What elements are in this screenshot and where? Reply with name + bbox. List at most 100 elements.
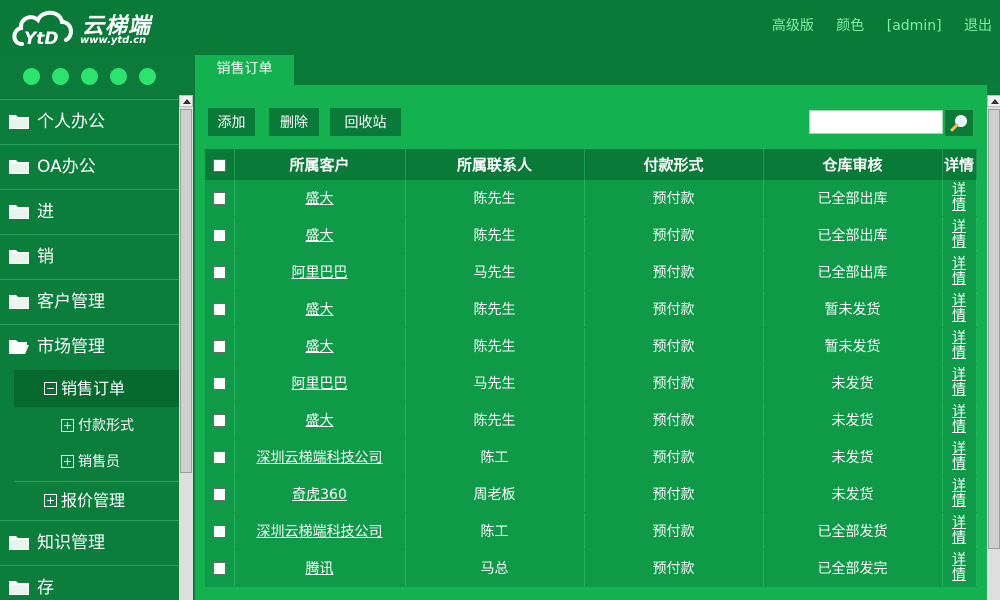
delete-button[interactable]: 删除 <box>269 108 319 136</box>
column-header-warehouse[interactable]: 仓库审核 <box>763 149 943 180</box>
customer-link[interactable]: 盛大 <box>306 302 334 318</box>
detail-link[interactable]: 详情 <box>952 479 967 509</box>
row-select-cell <box>205 475 235 513</box>
sidebar-scrollbar[interactable] <box>179 95 193 600</box>
search-input[interactable] <box>809 110 943 134</box>
sidebar-item-knowledge-management[interactable]: 知识管理 <box>0 520 179 565</box>
sidebar-item-purchase[interactable]: 进 <box>0 189 179 234</box>
warehouse-cell: 已全部出库 <box>763 180 943 217</box>
customer-link[interactable]: 奇虎360 <box>292 487 347 503</box>
tab-bar: 销售订单 <box>195 55 1000 85</box>
customer-link[interactable]: 盛大 <box>306 191 334 207</box>
customer-link[interactable]: 阿里巴巴 <box>292 376 348 392</box>
recycle-bin-button[interactable]: 回收站 <box>330 108 401 136</box>
row-select-cell <box>205 512 235 550</box>
row-select-cell <box>205 549 235 587</box>
sidebar-subitem-label: 付款形式 <box>78 418 134 434</box>
customer-link[interactable]: 盛大 <box>306 339 334 355</box>
sidebar-item-sales[interactable]: 销 <box>0 234 179 279</box>
sidebar-subitem-sales-order[interactable]: 销售订单 <box>14 370 179 407</box>
sidebar-subitem-salesperson[interactable]: 销售员 <box>14 444 179 480</box>
customer-link[interactable]: 阿里巴巴 <box>292 265 348 281</box>
customer-link[interactable]: 深圳云梯端科技公司 <box>257 450 383 466</box>
sidebar-item-storage[interactable]: 存 <box>0 565 179 600</box>
row-checkbox[interactable] <box>212 413 226 427</box>
customer-cell: 盛大 <box>234 401 406 439</box>
warehouse-cell: 暂未发货 <box>763 290 943 328</box>
expand-box-icon <box>61 454 74 468</box>
sidebar-subitem-payment-type[interactable]: 付款形式 <box>14 408 179 444</box>
customer-cell: 深圳云梯端科技公司 <box>234 512 406 550</box>
admin-user-link[interactable]: [admin] <box>887 18 942 34</box>
tab-sales-order[interactable]: 销售订单 <box>195 55 294 85</box>
row-checkbox[interactable] <box>212 339 226 353</box>
detail-link[interactable]: 详情 <box>952 183 967 213</box>
table-row: 盛大 陈先生 预付款 暂未发货 详情 <box>205 327 977 365</box>
row-checkbox[interactable] <box>212 228 226 242</box>
column-header-contact[interactable]: 所属联系人 <box>405 149 585 180</box>
payment-cell: 预付款 <box>584 364 764 402</box>
row-checkbox[interactable] <box>212 561 226 575</box>
scroll-up-arrow-icon[interactable] <box>987 95 1000 107</box>
detail-link[interactable]: 详情 <box>952 442 967 472</box>
detail-link[interactable]: 详情 <box>952 368 967 398</box>
sales-order-table: 所属客户 所属联系人 付款形式 仓库审核 详情 盛大 陈先生 预付款 已全部出库 详情盛… <box>205 149 977 587</box>
table-row: 奇虎360 周老板 预付款 未发货 详情 <box>205 475 977 513</box>
color-link[interactable]: 颜色 <box>836 18 864 34</box>
select-all-cell <box>205 149 235 180</box>
customer-cell: 盛大 <box>234 327 406 365</box>
row-checkbox[interactable] <box>212 191 226 205</box>
row-checkbox[interactable] <box>212 302 226 316</box>
sidebar-item-oa-office[interactable]: OA办公 <box>0 144 179 189</box>
advanced-version-link[interactable]: 高级版 <box>772 18 814 34</box>
warehouse-cell: 已全部出库 <box>763 216 943 254</box>
detail-link[interactable]: 详情 <box>952 405 967 435</box>
folder-icon <box>9 581 29 595</box>
detail-cell: 详情 <box>942 253 977 291</box>
row-select-cell <box>205 438 235 476</box>
logo[interactable]: YtD 云梯端 www.ytd.cn <box>10 6 170 50</box>
contact-cell: 马先生 <box>405 253 585 291</box>
scrollbar-thumb[interactable] <box>988 109 1000 549</box>
row-select-cell <box>205 364 235 402</box>
detail-cell: 详情 <box>942 438 977 476</box>
column-header-payment[interactable]: 付款形式 <box>584 149 764 180</box>
detail-link[interactable]: 详情 <box>952 516 967 546</box>
row-checkbox[interactable] <box>212 524 226 538</box>
column-header-customer[interactable]: 所属客户 <box>234 149 406 180</box>
detail-link[interactable]: 详情 <box>952 553 967 583</box>
row-select-cell <box>205 327 235 365</box>
table-row: 盛大 陈先生 预付款 暂未发货 详情 <box>205 290 977 328</box>
sidebar-subitem-quote-management[interactable]: 报价管理 <box>14 481 179 520</box>
customer-cell: 盛大 <box>234 180 406 217</box>
detail-link[interactable]: 详情 <box>952 257 967 287</box>
customer-link[interactable]: 腾讯 <box>306 561 334 577</box>
sidebar-item-market-management[interactable]: 市场管理 <box>0 324 179 369</box>
main-scrollbar[interactable] <box>987 95 1000 600</box>
collapse-box-icon <box>44 382 57 395</box>
detail-cell: 详情 <box>942 364 977 402</box>
detail-link[interactable]: 详情 <box>952 331 967 361</box>
sidebar-item-customer-management[interactable]: 客户管理 <box>0 279 179 324</box>
row-checkbox[interactable] <box>212 376 226 390</box>
folder-icon <box>9 205 29 219</box>
customer-link[interactable]: 深圳云梯端科技公司 <box>257 524 383 540</box>
scroll-up-arrow-icon[interactable] <box>179 95 193 107</box>
dot-icon <box>139 68 156 85</box>
select-all-checkbox[interactable] <box>212 158 226 172</box>
sidebar-item-personal-office[interactable]: 个人办公 <box>0 99 179 144</box>
logout-link[interactable]: 退出 <box>964 18 992 34</box>
payment-cell: 预付款 <box>584 438 764 476</box>
customer-link[interactable]: 盛大 <box>306 228 334 244</box>
add-button[interactable]: 添加 <box>208 108 255 136</box>
scrollbar-thumb[interactable] <box>180 109 192 473</box>
customer-link[interactable]: 盛大 <box>306 413 334 429</box>
detail-link[interactable]: 详情 <box>952 220 967 250</box>
row-checkbox[interactable] <box>212 265 226 279</box>
main-content: 添加 删除 回收站 所属客户 所属联系人 付款形式 仓库审核 详情 盛大 陈先生预… <box>195 85 987 600</box>
row-checkbox[interactable] <box>212 487 226 501</box>
row-checkbox[interactable] <box>212 450 226 464</box>
search-button[interactable] <box>945 110 973 136</box>
table-row: 深圳云梯端科技公司 陈工 预付款 已全部发货 详情 <box>205 512 977 550</box>
detail-link[interactable]: 详情 <box>952 294 967 324</box>
